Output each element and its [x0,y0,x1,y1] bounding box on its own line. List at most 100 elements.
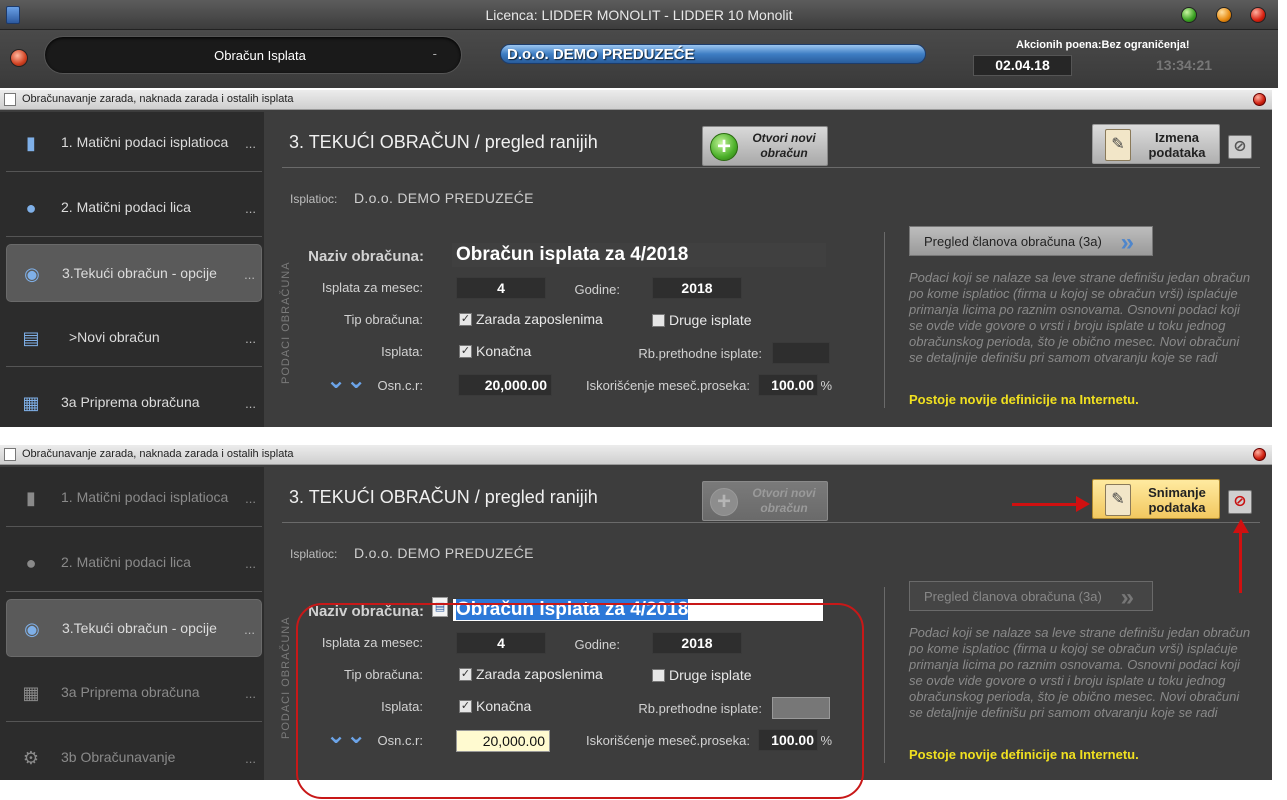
sidebar-item-label: 3a Priprema obračuna [61,394,200,410]
annotation-highlight [296,603,864,799]
sidebar-item-dots: ... [244,267,255,282]
sidebar-item-prep-calc[interactable]: ▦ 3a Priprema obračuna ... [6,374,262,432]
payroll-window-edit: Obračunavanje zarada, naknada zarada i o… [0,445,1272,799]
cancel-button[interactable]: ⊘ [1228,135,1252,159]
window-titlebar: Obračunavanje zarada, naknada zarada i o… [0,90,1272,110]
open-new-calc-button[interactable]: + Otvori novi obračun [702,481,828,521]
calc-type-label: Tip obračuna: [343,312,423,327]
database-check-icon: ◉ [24,264,40,284]
sidebar-item-dots: ... [245,556,256,571]
points-label: Akcionih poena:Bez ograničenja! [1016,39,1190,51]
sidebar-item-person-data[interactable]: ● 2. Matični podaci lica ... [6,179,262,237]
window-close-button[interactable] [1253,93,1266,106]
payer-value: D.o.o. DEMO PREDUZEĆE [354,190,534,206]
sidebar-item-label: >Novi obračun [69,329,160,345]
cancel-button[interactable]: ⊘ [1228,490,1252,514]
module-label: Obračun Isplata [214,48,306,63]
internet-update-notice[interactable]: Postoje novije definicije na Internetu. [909,747,1139,762]
sidebar-item-label: 2. Matični podaci lica [61,199,191,215]
edit-data-button[interactable]: ✎ Izmena podataka [1092,124,1220,164]
clipboard-pen-icon: ✎ [1105,484,1131,516]
avg-usage-field[interactable]: 100.00 [758,374,818,396]
payer-value: D.o.o. DEMO PREDUZEĆE [354,545,534,561]
sidebar-item-label: 3a Priprema obračuna [61,684,200,700]
payer-label: Isplatioc: [290,192,338,206]
sidebar-item-label: 3.Tekući obračun - opcije [62,620,217,636]
edit-data-label: Izmena podataka [1148,130,1206,160]
sidebar-item-new-calc[interactable]: ▤ >Novi obračun ... [6,309,262,367]
other-payments-checkbox[interactable] [652,314,665,327]
heading-divider [282,522,1260,523]
window-close-button[interactable] [1253,448,1266,461]
base-field[interactable]: 20,000.00 [458,374,552,396]
sidebar-item-dots: ... [245,136,256,151]
open-new-calc-label: Otvori novi obračun [752,131,816,160]
window-icon [4,448,16,461]
time-display: 13:34:21 [1156,57,1213,73]
calculator-icon: ▤ [22,328,40,348]
sidebar-item-dots: ... [245,491,256,506]
plus-icon: + [710,133,738,161]
calc-name-field[interactable]: Obračun isplata za 4/2018 [452,243,826,267]
sidebar-item-prep-calc[interactable]: ▦ 3a Priprema obračuna ... [6,664,262,722]
table-db-icon: ▦ [22,683,40,703]
sidebar-item-current-calc[interactable]: ◉ 3.Tekući obračun - opcije ... [6,244,262,302]
month-label: Isplata za mesec: [321,280,423,295]
sidebar-item-dots: ... [244,622,255,637]
sidebar-nav: ▮ 1. Matični podaci isplatioca ... ● 2. … [0,467,264,780]
payer-label: Isplatioc: [290,547,338,561]
double-chevron-right-icon: » [1120,229,1134,256]
percent-unit: % [820,378,832,393]
minimize-button[interactable] [1216,7,1232,23]
window-titlebar: Obračunavanje zarada, naknada zarada i o… [0,445,1272,465]
open-new-calc-button[interactable]: + Otvori novi obračun [702,126,828,166]
sidebar-item-payer-data[interactable]: ▮ 1. Matični podaci isplatioca ... [6,469,262,527]
sidebar-item-dots: ... [245,201,256,216]
info-text: Podaci koji se nalaze sa leve strane def… [909,270,1251,365]
avg-usage-label: Iskorišćenje meseč.proseka: [585,378,750,393]
app-title: Licenca: LIDDER MONOLIT - LIDDER 10 Mono… [485,7,793,23]
sidebar-item-label: 3b Obračunavanje [61,749,176,765]
heading-divider [282,167,1260,168]
sidebar-item-payer-data[interactable]: ▮ 1. Matični podaci isplatioca ... [6,114,262,172]
final-checkbox[interactable]: ✓ [459,345,472,358]
module-dropdown-indicator: - [432,46,437,61]
annotation-arrowhead-up [1233,519,1249,533]
main-panel: 3. TEKUĆI OBRAČUN / pregled ranijih + Ot… [266,467,1272,799]
prev-payment-field[interactable] [772,342,830,364]
other-payments-label: Druge isplate [669,312,752,328]
section-caption: PODACI OBRAČUNA [280,261,292,384]
close-app-button[interactable] [1250,7,1266,23]
calc-members-button[interactable]: Pregled članova obračuna (3a) » [909,581,1153,611]
bottle-icon: ▮ [26,133,36,153]
table-db-icon: ▦ [22,393,40,413]
database-gear-icon: ⚙ [22,748,40,768]
open-new-calc-label: Otvori novi obračun [752,486,816,515]
calc-members-label: Pregled članova obračuna (3a) [924,234,1102,249]
prev-payment-label: Rb.prethodne isplate: [638,346,762,361]
year-field[interactable]: 2018 [652,277,742,299]
annotation-arrow-right [1012,503,1078,506]
double-chevron-right-icon: » [1120,584,1134,611]
base-label: Osn.c.r: [377,378,423,393]
window-title: Obračunavanje zarada, naknada zarada i o… [22,448,294,460]
date-display: 02.04.18 [973,55,1072,76]
sidebar-item-current-calc[interactable]: ◉ 3.Tekući obračun - opcije ... [6,599,262,657]
info-text: Podaci koji se nalaze sa leve strane def… [909,625,1251,720]
module-selector[interactable]: Obračun Isplata - [44,36,462,74]
sidebar-item-dots: ... [245,751,256,766]
main-panel: 3. TEKUĆI OBRAČUN / pregled ranijih + Ot… [266,112,1272,427]
salary-checkbox[interactable]: ✓ [459,313,472,326]
calc-members-label: Pregled članova obračuna (3a) [924,589,1102,604]
power-icon[interactable] [10,49,28,67]
maximize-button[interactable] [1181,7,1197,23]
sidebar-item-calculation[interactable]: ⚙ 3b Obračunavanje ... [6,729,262,787]
sidebar-item-person-data[interactable]: ● 2. Matični podaci lica ... [6,534,262,592]
company-bar: D.o.o. DEMO PREDUZEĆE [500,44,926,64]
internet-update-notice[interactable]: Postoje novije definicije na Internetu. [909,392,1139,407]
calc-members-button[interactable]: Pregled članova obračuna (3a) » [909,226,1153,256]
save-data-label: Snimanje podataka [1148,485,1206,515]
save-data-button[interactable]: ✎ Snimanje podataka [1092,479,1220,519]
payroll-window-view: Obračunavanje zarada, naknada zarada i o… [0,90,1272,427]
month-field[interactable]: 4 [456,277,546,299]
